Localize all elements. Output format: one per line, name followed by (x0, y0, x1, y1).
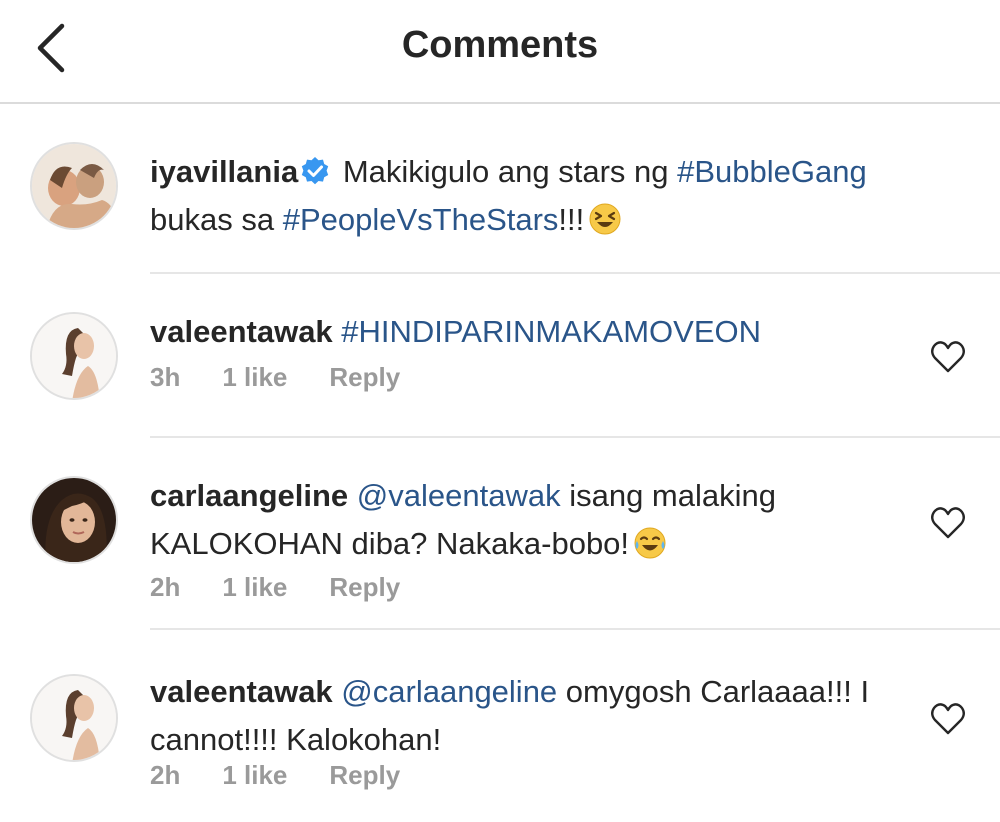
comment-meta: 2h 1 like Reply (150, 760, 442, 791)
comment-meta: 3h 1 like Reply (150, 362, 442, 393)
avatar[interactable] (30, 476, 118, 564)
comment-item: valeentawak @carlaangeline omygosh Carla… (0, 630, 1000, 822)
post-caption: iyavillania Makikigulo ang stars ng #Bub… (0, 104, 1000, 274)
mention-link[interactable]: @carlaangeline (341, 674, 557, 709)
comment-time: 2h (150, 760, 181, 790)
reply-button[interactable]: Reply (329, 760, 400, 790)
comment-text-part (333, 314, 342, 349)
comment-text: valeentawak #HINDIPARINMAKAMOVEON (150, 308, 940, 356)
reply-button[interactable]: Reply (329, 362, 400, 392)
caption-text-part: bukas sa (150, 202, 283, 237)
heart-icon[interactable] (930, 340, 966, 374)
like-count[interactable]: 1 like (222, 572, 287, 602)
username-link[interactable]: valeentawak (150, 674, 333, 709)
comment-time: 2h (150, 572, 181, 602)
caption-text-part: !!! (558, 202, 585, 237)
comment-text-part (333, 674, 342, 709)
mention-link[interactable]: @valeentawak (357, 478, 561, 513)
avatar[interactable] (30, 312, 118, 400)
caption-text: iyavillania Makikigulo ang stars ng #Bub… (150, 148, 940, 244)
like-count[interactable]: 1 like (222, 760, 287, 790)
like-count[interactable]: 1 like (222, 362, 287, 392)
caption-text-part: Makikigulo ang stars ng (334, 154, 678, 189)
avatar-photo (32, 478, 116, 562)
comment-time: 3h (150, 362, 181, 392)
avatar[interactable] (30, 142, 118, 230)
comment-text: carlaangeline @valeentawak isang malakin… (150, 472, 940, 568)
reply-button[interactable]: Reply (329, 572, 400, 602)
avatar-photo (32, 144, 116, 228)
comment-text-part (348, 478, 357, 513)
heart-icon[interactable] (930, 702, 966, 736)
hashtag-link[interactable]: #BubbleGang (677, 154, 867, 189)
avatar-photo (32, 676, 116, 760)
laughing-face-icon (589, 203, 621, 235)
comment-meta: 2h 1 like Reply (150, 572, 442, 603)
avatar-photo (32, 314, 116, 398)
heart-icon[interactable] (930, 506, 966, 540)
comment-item: carlaangeline @valeentawak isang malakin… (0, 438, 1000, 630)
header: Comments (0, 0, 1000, 104)
comment-item: valeentawak #HINDIPARINMAKAMOVEON 3h 1 li… (0, 274, 1000, 438)
page-title: Comments (401, 24, 599, 66)
username-link[interactable]: carlaangeline (150, 478, 348, 513)
comment-text: valeentawak @carlaangeline omygosh Carla… (150, 668, 940, 764)
hashtag-link[interactable]: #PeopleVsTheStars (283, 202, 559, 237)
username-link[interactable]: valeentawak (150, 314, 333, 349)
tears-of-joy-icon (634, 527, 666, 559)
hashtag-link[interactable]: #HINDIPARINMAKAMOVEON (341, 314, 761, 349)
username-link[interactable]: iyavillania (150, 154, 298, 189)
avatar[interactable] (30, 674, 118, 762)
verified-badge-icon (302, 157, 329, 185)
